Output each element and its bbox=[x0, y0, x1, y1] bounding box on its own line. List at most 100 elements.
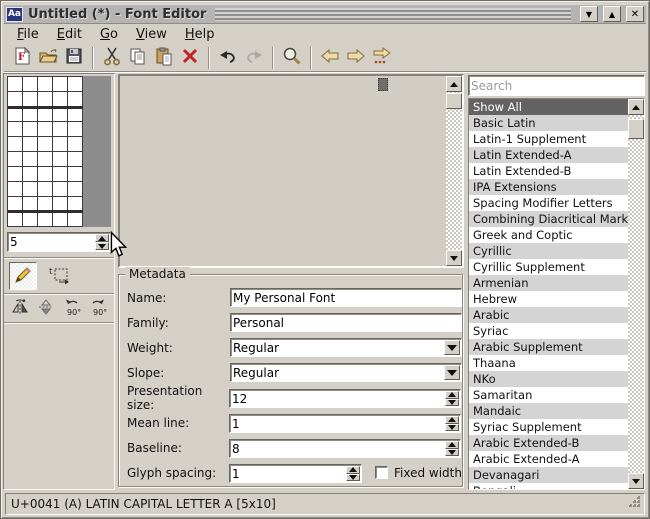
grid-cell[interactable] bbox=[23, 92, 38, 107]
copy-button[interactable] bbox=[125, 45, 151, 70]
menu-edit[interactable]: Edit bbox=[48, 25, 91, 44]
grid-cell[interactable] bbox=[38, 182, 53, 197]
grid-cell[interactable] bbox=[68, 212, 83, 227]
slope-input[interactable] bbox=[233, 365, 444, 380]
mean-line-field[interactable] bbox=[229, 414, 461, 433]
glyph-width-spinner[interactable] bbox=[7, 232, 111, 252]
spin-up-button[interactable] bbox=[445, 441, 459, 449]
flip-vertical-button[interactable] bbox=[33, 298, 58, 319]
grid-cell[interactable] bbox=[8, 92, 23, 107]
dropdown-button[interactable] bbox=[444, 365, 460, 380]
list-item[interactable]: IPA Extensions bbox=[469, 179, 628, 195]
list-item[interactable]: Samaritan bbox=[469, 387, 628, 403]
list-item[interactable]: Arabic Extended-A bbox=[469, 451, 628, 467]
list-item[interactable]: Armenian bbox=[469, 275, 628, 291]
menu-go[interactable]: Go bbox=[91, 25, 127, 44]
glyph-overview-canvas[interactable] bbox=[118, 74, 464, 268]
list-item[interactable]: Latin Extended-A bbox=[469, 147, 628, 163]
grid-cell[interactable] bbox=[53, 152, 68, 167]
fixed-width-checkbox[interactable] bbox=[375, 466, 388, 479]
list-item[interactable]: Hebrew bbox=[469, 291, 628, 307]
grid-cell[interactable] bbox=[23, 137, 38, 152]
grid-cell[interactable] bbox=[38, 137, 53, 152]
zoom-button[interactable] bbox=[279, 45, 305, 70]
maximize-button[interactable]: ▲ bbox=[603, 6, 621, 22]
presentation-size-input[interactable] bbox=[232, 391, 443, 406]
grid-cell[interactable] bbox=[53, 107, 68, 122]
grid-cell[interactable] bbox=[53, 137, 68, 152]
grid-cell[interactable] bbox=[68, 152, 83, 167]
menu-help[interactable]: Help bbox=[176, 25, 224, 44]
list-item[interactable]: Syriac bbox=[469, 323, 628, 339]
search-input[interactable] bbox=[471, 77, 642, 94]
new-button[interactable]: F bbox=[9, 45, 35, 70]
scrollbar-thumb[interactable] bbox=[628, 119, 644, 139]
list-item[interactable]: Latin-1 Supplement bbox=[469, 131, 628, 147]
list-item[interactable]: Combining Diacritical Marks bbox=[469, 211, 628, 227]
grid-cell[interactable] bbox=[68, 122, 83, 137]
weight-input[interactable] bbox=[233, 340, 444, 355]
select-transform-tool-button[interactable]: t bbox=[45, 262, 73, 290]
menu-file[interactable]: File bbox=[8, 25, 48, 44]
back-button[interactable] bbox=[317, 45, 343, 70]
grid-cell[interactable] bbox=[53, 122, 68, 137]
grid-cell[interactable] bbox=[38, 152, 53, 167]
redo-button[interactable] bbox=[241, 45, 267, 70]
name-input[interactable] bbox=[233, 290, 459, 305]
cut-button[interactable] bbox=[99, 45, 125, 70]
slope-field[interactable] bbox=[230, 363, 462, 382]
grid-cell[interactable] bbox=[68, 137, 83, 152]
grid-cell[interactable] bbox=[8, 152, 23, 167]
grid-cell[interactable] bbox=[68, 77, 83, 92]
grid-cell[interactable] bbox=[23, 107, 38, 122]
grid-cell[interactable] bbox=[38, 122, 53, 137]
grid-cell[interactable] bbox=[23, 212, 38, 227]
grid-cell[interactable] bbox=[23, 122, 38, 137]
grid-cell[interactable] bbox=[68, 182, 83, 197]
grid-cell[interactable] bbox=[38, 77, 53, 92]
glyph-spacing-field[interactable] bbox=[229, 464, 362, 483]
grid-cell[interactable] bbox=[53, 212, 68, 227]
presentation-size-field[interactable] bbox=[229, 389, 461, 408]
canvas-scrollbar[interactable] bbox=[446, 76, 462, 266]
list-item[interactable]: Cyrillic bbox=[469, 243, 628, 259]
rotate-ccw-button[interactable]: 90° bbox=[60, 298, 85, 319]
glyph-spacing-input[interactable] bbox=[232, 466, 344, 481]
dropdown-button[interactable] bbox=[444, 340, 460, 355]
list-item[interactable]: Devanagari bbox=[469, 467, 628, 483]
list-item[interactable]: Bengali bbox=[469, 483, 628, 489]
grid-cell[interactable] bbox=[23, 167, 38, 182]
search-box[interactable] bbox=[468, 75, 645, 96]
spin-up-button[interactable] bbox=[346, 466, 360, 474]
grid-cell[interactable] bbox=[38, 107, 53, 122]
grid-cell[interactable] bbox=[23, 77, 38, 92]
spin-down-button[interactable] bbox=[95, 242, 109, 250]
pencil-tool-button[interactable] bbox=[9, 262, 37, 290]
grid-cell[interactable] bbox=[23, 152, 38, 167]
grid-cell[interactable] bbox=[53, 77, 68, 92]
spin-down-button[interactable] bbox=[346, 474, 360, 482]
list-item[interactable]: NKo bbox=[469, 371, 628, 387]
list-item[interactable]: Arabic bbox=[469, 307, 628, 323]
grid-cell[interactable] bbox=[68, 92, 83, 107]
rotate-cw-button[interactable]: 90° bbox=[86, 298, 111, 319]
spin-down-button[interactable] bbox=[445, 449, 459, 457]
list-scrollbar[interactable] bbox=[628, 99, 644, 489]
grid-cell[interactable] bbox=[8, 167, 23, 182]
flip-horizontal-button[interactable] bbox=[7, 298, 32, 319]
list-item[interactable]: Mandaic bbox=[469, 403, 628, 419]
baseline-field[interactable] bbox=[229, 439, 461, 458]
list-item[interactable]: Cyrillic Supplement bbox=[469, 259, 628, 275]
grid-cell[interactable] bbox=[53, 182, 68, 197]
grid-cell[interactable] bbox=[38, 167, 53, 182]
scroll-up-button[interactable] bbox=[628, 99, 644, 115]
mean-line-input[interactable] bbox=[232, 416, 443, 431]
forward-button[interactable] bbox=[343, 45, 369, 70]
grid-cell[interactable] bbox=[53, 92, 68, 107]
grid-cell[interactable] bbox=[8, 122, 23, 137]
delete-button[interactable] bbox=[177, 45, 203, 70]
grid-cell[interactable] bbox=[68, 167, 83, 182]
save-button[interactable] bbox=[61, 45, 87, 70]
grid-cell[interactable] bbox=[38, 212, 53, 227]
spin-up-button[interactable] bbox=[95, 234, 109, 242]
